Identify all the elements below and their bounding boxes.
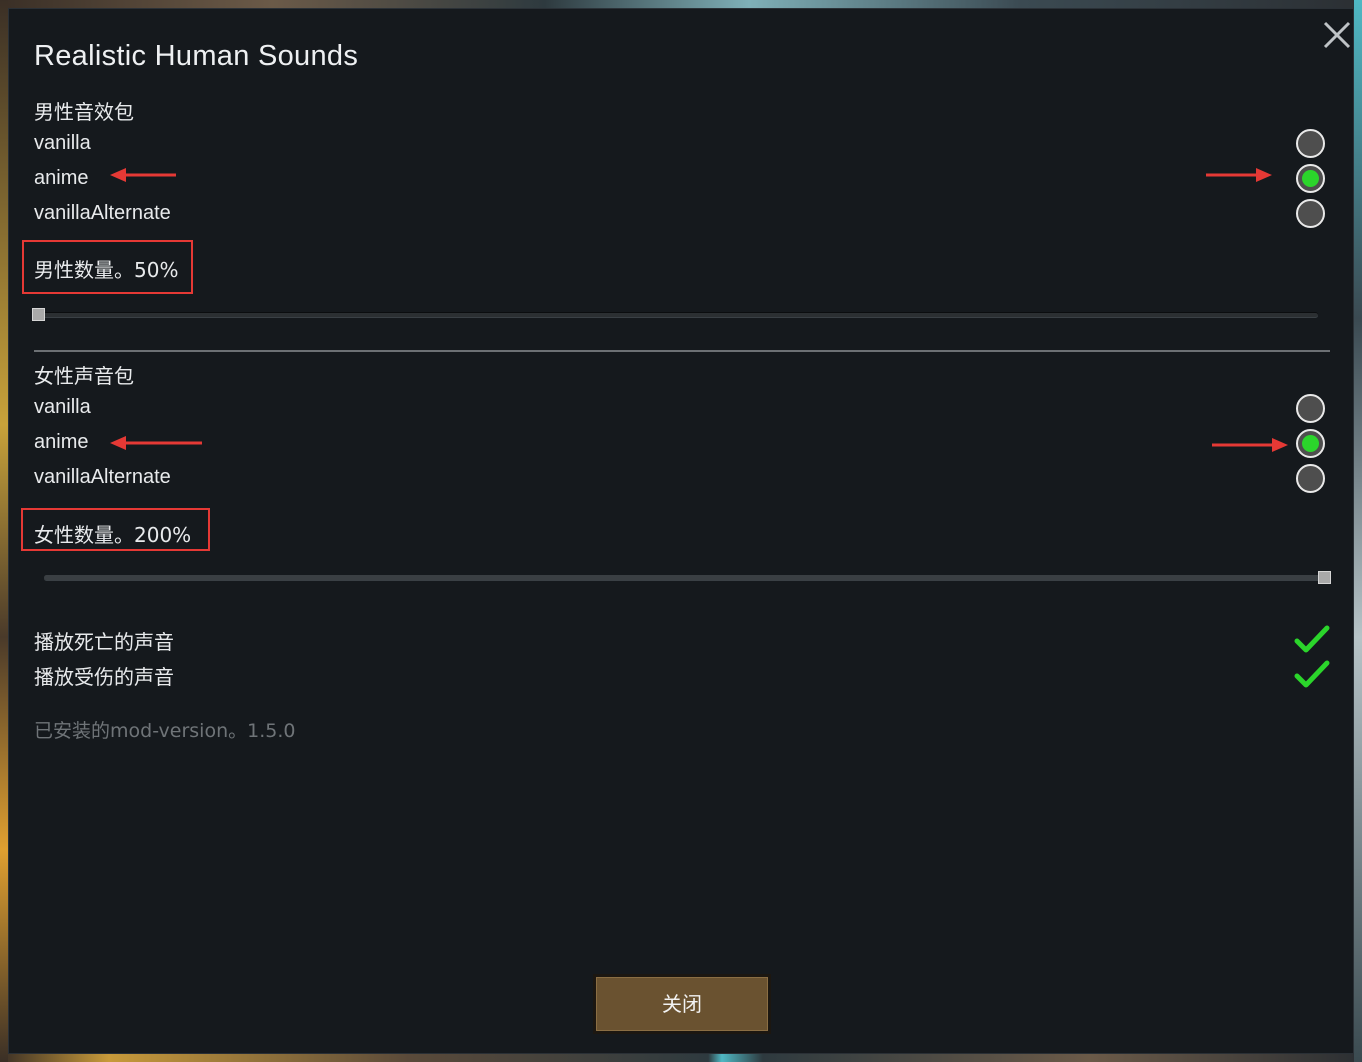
annotation-arrow-icon	[1212, 438, 1288, 452]
female-sound-pack-heading: 女性声音包	[34, 364, 134, 388]
female-option-anime-label: anime	[34, 431, 89, 453]
female-option-vanilla-label: vanilla	[34, 396, 91, 418]
female-amount-slider-handle[interactable]	[1318, 571, 1331, 584]
dialog-title: Realistic Human Sounds	[34, 40, 359, 72]
male-option-vanilla-radio[interactable]	[1296, 129, 1325, 158]
play-death-sounds-checkbox[interactable]	[1294, 624, 1330, 656]
annotation-arrow-icon	[110, 436, 202, 450]
male-amount-slider-handle[interactable]	[32, 308, 45, 321]
annotation-arrow-icon	[1206, 168, 1272, 182]
male-option-vanillaalternate-label: vanillaAlternate	[34, 202, 171, 224]
slider-fill	[44, 575, 1324, 580]
close-icon[interactable]	[1322, 20, 1352, 50]
section-divider	[34, 350, 1330, 352]
male-amount-slider[interactable]	[32, 308, 1318, 321]
female-option-vanilla-radio[interactable]	[1296, 394, 1325, 423]
installed-mod-version: 已安装的mod-version。1.5.0	[34, 720, 296, 742]
female-amount-slider[interactable]	[44, 571, 1331, 584]
background-art-bottom	[0, 1054, 1362, 1062]
background-art-top	[0, 0, 1362, 8]
radio-selected-dot	[1302, 170, 1319, 187]
male-option-vanillaalternate-radio[interactable]	[1296, 199, 1325, 228]
male-option-anime-label: anime	[34, 167, 89, 189]
radio-selected-dot	[1302, 435, 1319, 452]
male-option-anime-radio[interactable]	[1296, 164, 1325, 193]
play-pain-sounds-checkbox[interactable]	[1294, 659, 1330, 691]
mod-settings-dialog: Realistic Human Sounds 男性音效包 vanilla ani…	[8, 8, 1354, 1054]
annotation-arrow-icon	[110, 168, 176, 182]
female-option-anime-radio[interactable]	[1296, 429, 1325, 458]
male-option-vanilla-label: vanilla	[34, 132, 91, 154]
male-sound-pack-heading: 男性音效包	[34, 100, 134, 124]
male-amount-label: 男性数量。50%	[34, 258, 179, 282]
play-pain-sounds-label: 播放受伤的声音	[34, 665, 174, 689]
play-death-sounds-label: 播放死亡的声音	[34, 630, 174, 654]
background-art-right	[1354, 0, 1362, 1062]
close-button[interactable]: 关闭	[593, 974, 771, 1034]
background-art-left	[0, 0, 8, 1062]
female-amount-label: 女性数量。200%	[34, 523, 192, 547]
female-option-vanillaalternate-label: vanillaAlternate	[34, 466, 171, 488]
female-option-vanillaalternate-radio[interactable]	[1296, 464, 1325, 493]
